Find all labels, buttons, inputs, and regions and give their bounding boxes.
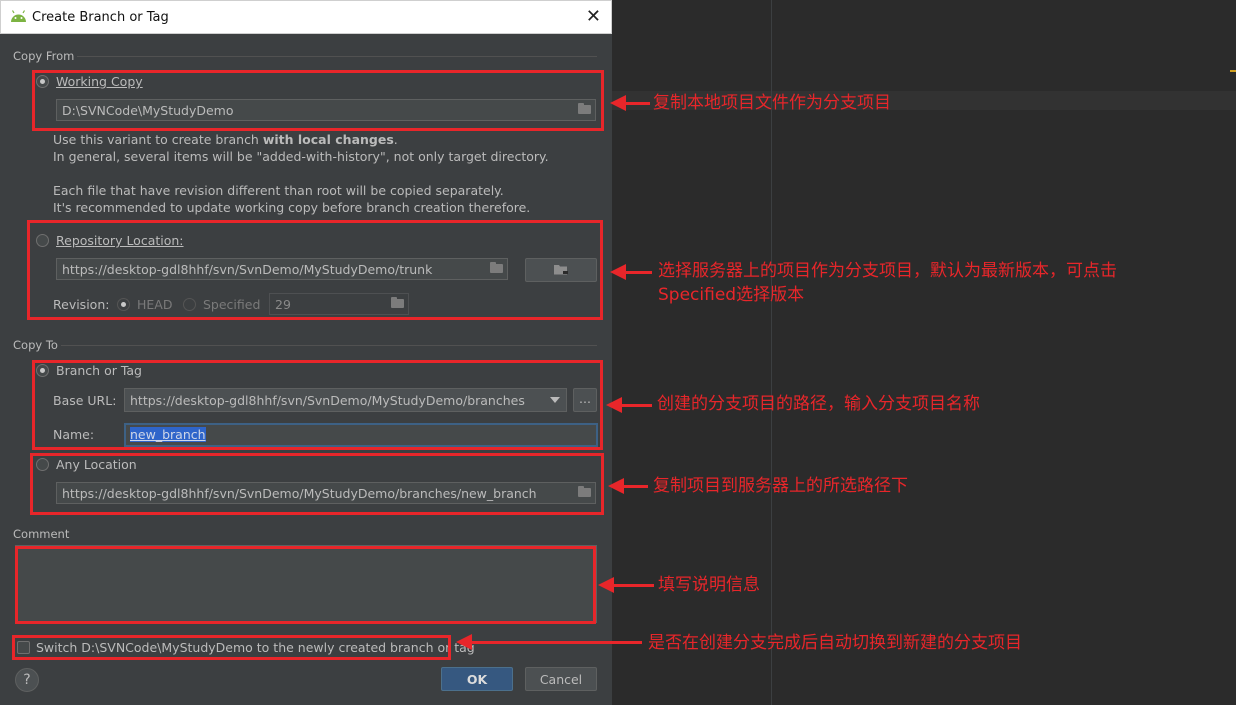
annotation-box-switch	[12, 635, 451, 660]
annotation-arrow	[598, 577, 654, 593]
copy-to-separator	[61, 345, 597, 346]
copy-from-separator	[77, 56, 597, 57]
ok-button[interactable]: OK	[441, 667, 513, 691]
dialog-title: Create Branch or Tag	[32, 10, 169, 25]
annotation-arrow	[456, 634, 642, 650]
editor-caret	[1230, 70, 1236, 72]
desc-line-1b: with local changes	[262, 132, 394, 147]
android-icon	[11, 10, 26, 22]
annotation-switch: 是否在创建分支完成后自动切换到新建的分支项目	[648, 633, 1022, 653]
annotation-arrow	[606, 397, 652, 413]
annotation-arrow	[610, 95, 650, 111]
annotation-repository-line1: 选择服务器上的项目作为分支项目，默认为最新版本，可点击	[658, 261, 1117, 281]
annotation-arrow	[608, 478, 648, 494]
annotation-box-working-copy	[32, 70, 604, 131]
desc-line-4: It's recommended to update working copy …	[53, 200, 531, 215]
copy-from-section-label: Copy From	[13, 49, 75, 63]
annotation-working-copy: 复制本地项目文件作为分支项目	[653, 93, 891, 113]
help-icon[interactable]: ?	[15, 668, 39, 692]
cancel-button[interactable]: Cancel	[525, 667, 597, 691]
annotation-box-branch-or-tag	[32, 360, 603, 450]
desc-line-3: Each file that have revision different t…	[53, 183, 504, 198]
annotation-any-location: 复制项目到服务器上的所选路径下	[653, 476, 908, 496]
desc-line-1a: Use this variant to create branch	[53, 132, 263, 147]
dialog-titlebar: Create Branch or Tag ✕	[0, 0, 612, 34]
annotation-box-any-location	[30, 453, 604, 515]
copy-to-section-label: Copy To	[13, 338, 58, 352]
annotation-box-comment	[15, 546, 596, 624]
annotation-arrow	[610, 264, 652, 280]
annotation-box-repository	[27, 220, 603, 320]
desc-line-1c: .	[393, 132, 398, 147]
annotation-branch-or-tag: 创建的分支项目的路径，输入分支项目名称	[657, 394, 980, 414]
desc-line-2: In general, several items will be "added…	[53, 149, 549, 164]
annotation-comment: 填写说明信息	[658, 575, 760, 595]
working-copy-description: Use this variant to create branch with l…	[53, 131, 549, 216]
comment-label: Comment	[13, 527, 70, 541]
close-icon[interactable]: ✕	[586, 6, 601, 27]
annotation-repository-line2: Specified选择版本	[658, 285, 805, 305]
